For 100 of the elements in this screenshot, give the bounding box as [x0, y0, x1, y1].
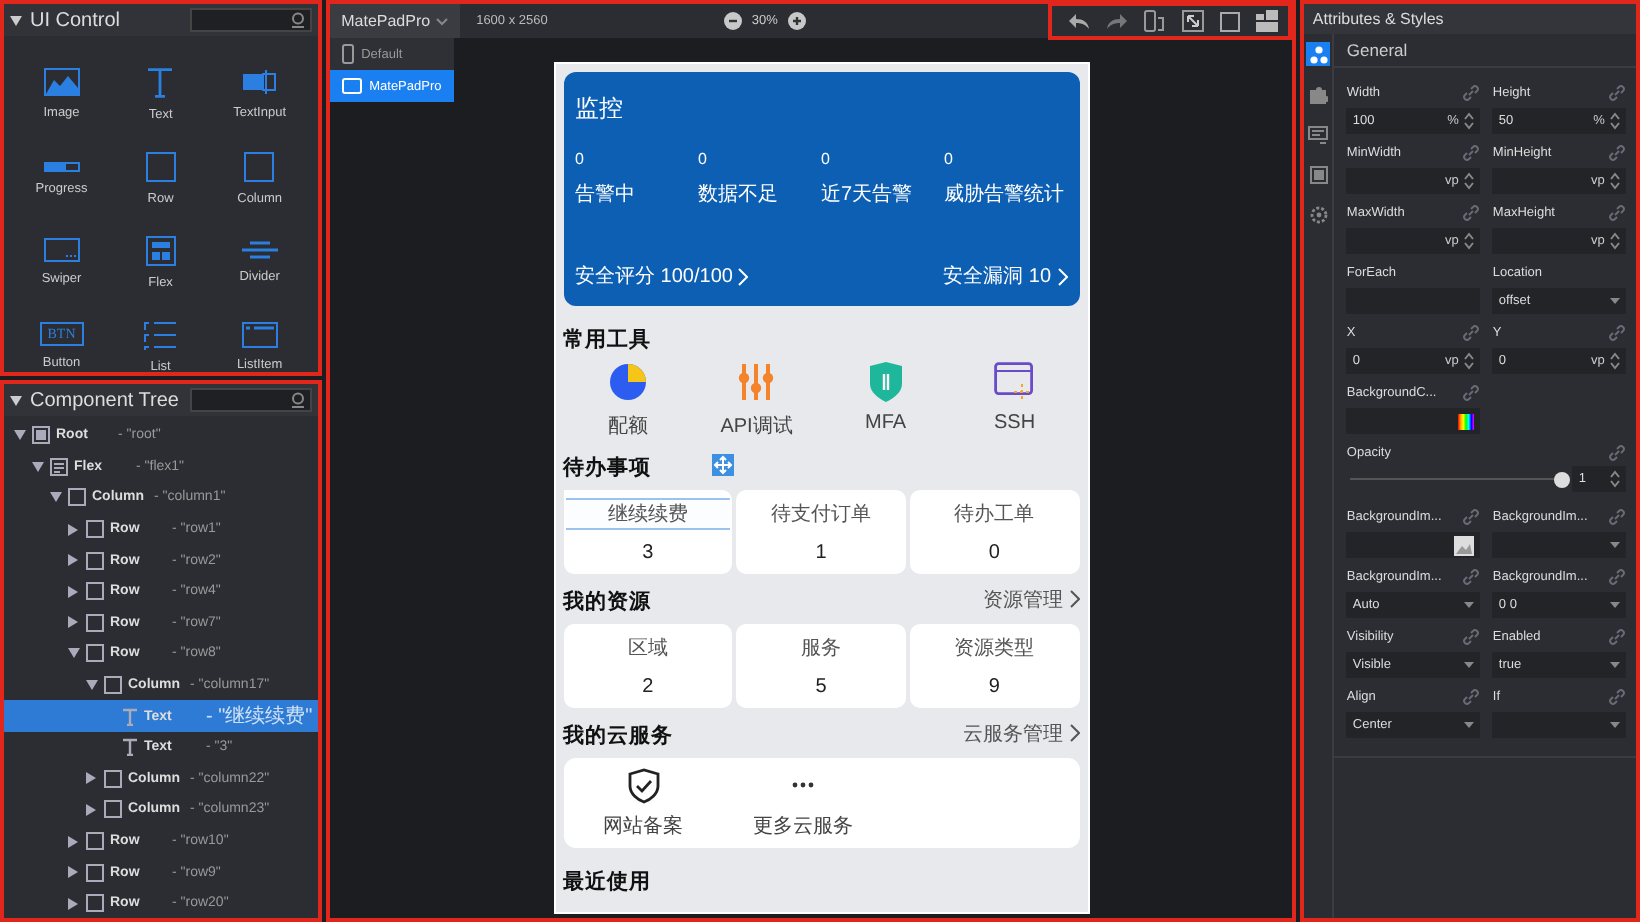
cloud-management-link[interactable]: 云服务管理	[963, 719, 1080, 747]
redo-icon[interactable]	[1106, 12, 1129, 30]
link-icon[interactable]	[1608, 627, 1627, 645]
resource-card[interactable]: 服务 5	[736, 624, 906, 708]
collapse-arrow-icon[interactable]	[13, 430, 25, 441]
todo-card[interactable]: 待办工单 0	[909, 490, 1079, 574]
link-icon[interactable]	[1462, 383, 1481, 401]
collapse-arrow-icon[interactable]	[85, 680, 97, 691]
link-icon[interactable]	[1608, 203, 1627, 221]
chevron-icon	[1057, 267, 1068, 285]
spinner-arrows-icon[interactable]	[1464, 112, 1475, 130]
puzzle-icon	[1309, 85, 1328, 103]
todo-card[interactable]: 继续续费 3	[563, 490, 733, 574]
zoom-out-icon[interactable]	[723, 12, 742, 30]
expand-arrow-icon[interactable]	[68, 554, 78, 567]
collapse-arrow-icon[interactable]	[31, 461, 43, 472]
resource-card[interactable]: 资源类型 9	[909, 624, 1079, 708]
color-picker-icon[interactable]	[1458, 413, 1475, 429]
caret-icon	[1464, 662, 1475, 668]
link-icon[interactable]	[1462, 323, 1481, 341]
resource-management-link[interactable]: 资源管理	[983, 585, 1080, 613]
link-icon[interactable]	[1608, 83, 1627, 101]
square-icon[interactable]	[1220, 11, 1241, 31]
layout-icon[interactable]	[1256, 10, 1279, 32]
collapse-arrow-icon[interactable]	[10, 395, 22, 405]
spinner-arrows-icon[interactable]	[1610, 470, 1621, 488]
caret-icon	[1610, 602, 1621, 608]
service-item[interactable]: 网站备案	[583, 767, 704, 839]
section-heading: 待办事项	[563, 454, 652, 482]
link-icon[interactable]	[1608, 507, 1627, 525]
spinner-arrows-icon[interactable]	[1610, 232, 1621, 250]
expand-arrow-icon[interactable]	[68, 585, 78, 598]
text-icon	[122, 738, 138, 757]
caret-icon	[1610, 722, 1621, 728]
link-icon[interactable]	[1462, 143, 1481, 161]
spinner-arrows-icon[interactable]	[1464, 232, 1475, 250]
link-icon[interactable]	[1608, 567, 1627, 585]
link-icon[interactable]	[1608, 687, 1627, 705]
expand-arrow-icon[interactable]	[68, 866, 78, 879]
expand-arrow-icon[interactable]	[68, 616, 78, 629]
vulnerability-link[interactable]: 安全漏洞 10	[943, 262, 1068, 290]
tool-item[interactable]: SSH	[950, 362, 1080, 440]
chevron-icon	[738, 267, 749, 285]
expand-arrow-icon[interactable]	[86, 772, 96, 785]
text-input-icon	[241, 68, 278, 96]
tool-item[interactable]: 配额	[563, 362, 693, 440]
square-icon	[86, 613, 104, 632]
expand-arrow-icon[interactable]	[68, 835, 78, 848]
link-icon[interactable]	[1462, 567, 1481, 585]
slider-thumb[interactable]	[1554, 471, 1571, 487]
square-icon	[86, 644, 104, 663]
collapse-arrow-icon[interactable]	[67, 648, 79, 659]
link-icon[interactable]	[1462, 83, 1481, 101]
zoom-in-icon[interactable]	[787, 12, 806, 30]
tool-item[interactable]: API调试	[692, 362, 822, 440]
resource-card[interactable]: 区域 2	[563, 624, 733, 708]
image-field[interactable]	[1346, 532, 1481, 558]
undo-icon[interactable]	[1068, 12, 1091, 30]
section-header: General	[1334, 34, 1637, 68]
rotate-device-icon[interactable]	[1144, 10, 1167, 32]
caret-icon	[1464, 722, 1475, 728]
link-icon[interactable]	[1608, 143, 1627, 161]
move-handle-icon[interactable]	[711, 454, 734, 476]
caret-icon	[1464, 602, 1475, 608]
search-field[interactable]	[189, 8, 312, 32]
spinner-arrows-icon[interactable]	[1610, 172, 1621, 190]
link-icon[interactable]	[1462, 203, 1481, 221]
collapse-arrow-icon[interactable]	[49, 492, 61, 503]
side-tab[interactable]	[1306, 42, 1331, 66]
score-link[interactable]: 安全评分 100/100	[575, 262, 749, 290]
search-field[interactable]	[189, 388, 312, 412]
image-icon	[43, 68, 80, 96]
expand-arrow-icon[interactable]	[68, 897, 78, 910]
stat-value: 0	[944, 150, 953, 168]
stat-label: 数据不足	[698, 182, 779, 208]
collapse-arrow-icon[interactable]	[10, 15, 22, 25]
resize-icon[interactable]	[1182, 10, 1205, 32]
link-icon[interactable]	[1462, 687, 1481, 705]
search-icon	[289, 392, 306, 408]
spinner-arrows-icon[interactable]	[1610, 112, 1621, 130]
spinner-arrows-icon[interactable]	[1464, 352, 1475, 370]
link-icon[interactable]	[1462, 507, 1481, 525]
spinner-arrows-icon[interactable]	[1610, 352, 1621, 370]
square-icon	[145, 151, 176, 181]
spinner-arrows-icon[interactable]	[1464, 172, 1475, 190]
expand-arrow-icon[interactable]	[86, 803, 96, 816]
todo-card[interactable]: 待支付订单 1	[736, 490, 906, 574]
stat-value: 0	[575, 150, 584, 168]
flex-icon	[50, 457, 68, 476]
color-field[interactable]	[1346, 408, 1481, 434]
link-icon[interactable]	[1608, 323, 1627, 341]
pie-chart-icon	[607, 362, 648, 402]
device-dropdown[interactable]: MatePadPro	[329, 4, 461, 38]
link-icon[interactable]	[1608, 443, 1627, 461]
image-icon[interactable]	[1454, 535, 1475, 555]
link-icon[interactable]	[1462, 627, 1481, 645]
square-icon	[86, 832, 104, 851]
tool-item[interactable]: MFA	[821, 362, 951, 440]
service-item[interactable]: 更多云服务	[743, 767, 864, 839]
expand-arrow-icon[interactable]	[68, 523, 78, 536]
